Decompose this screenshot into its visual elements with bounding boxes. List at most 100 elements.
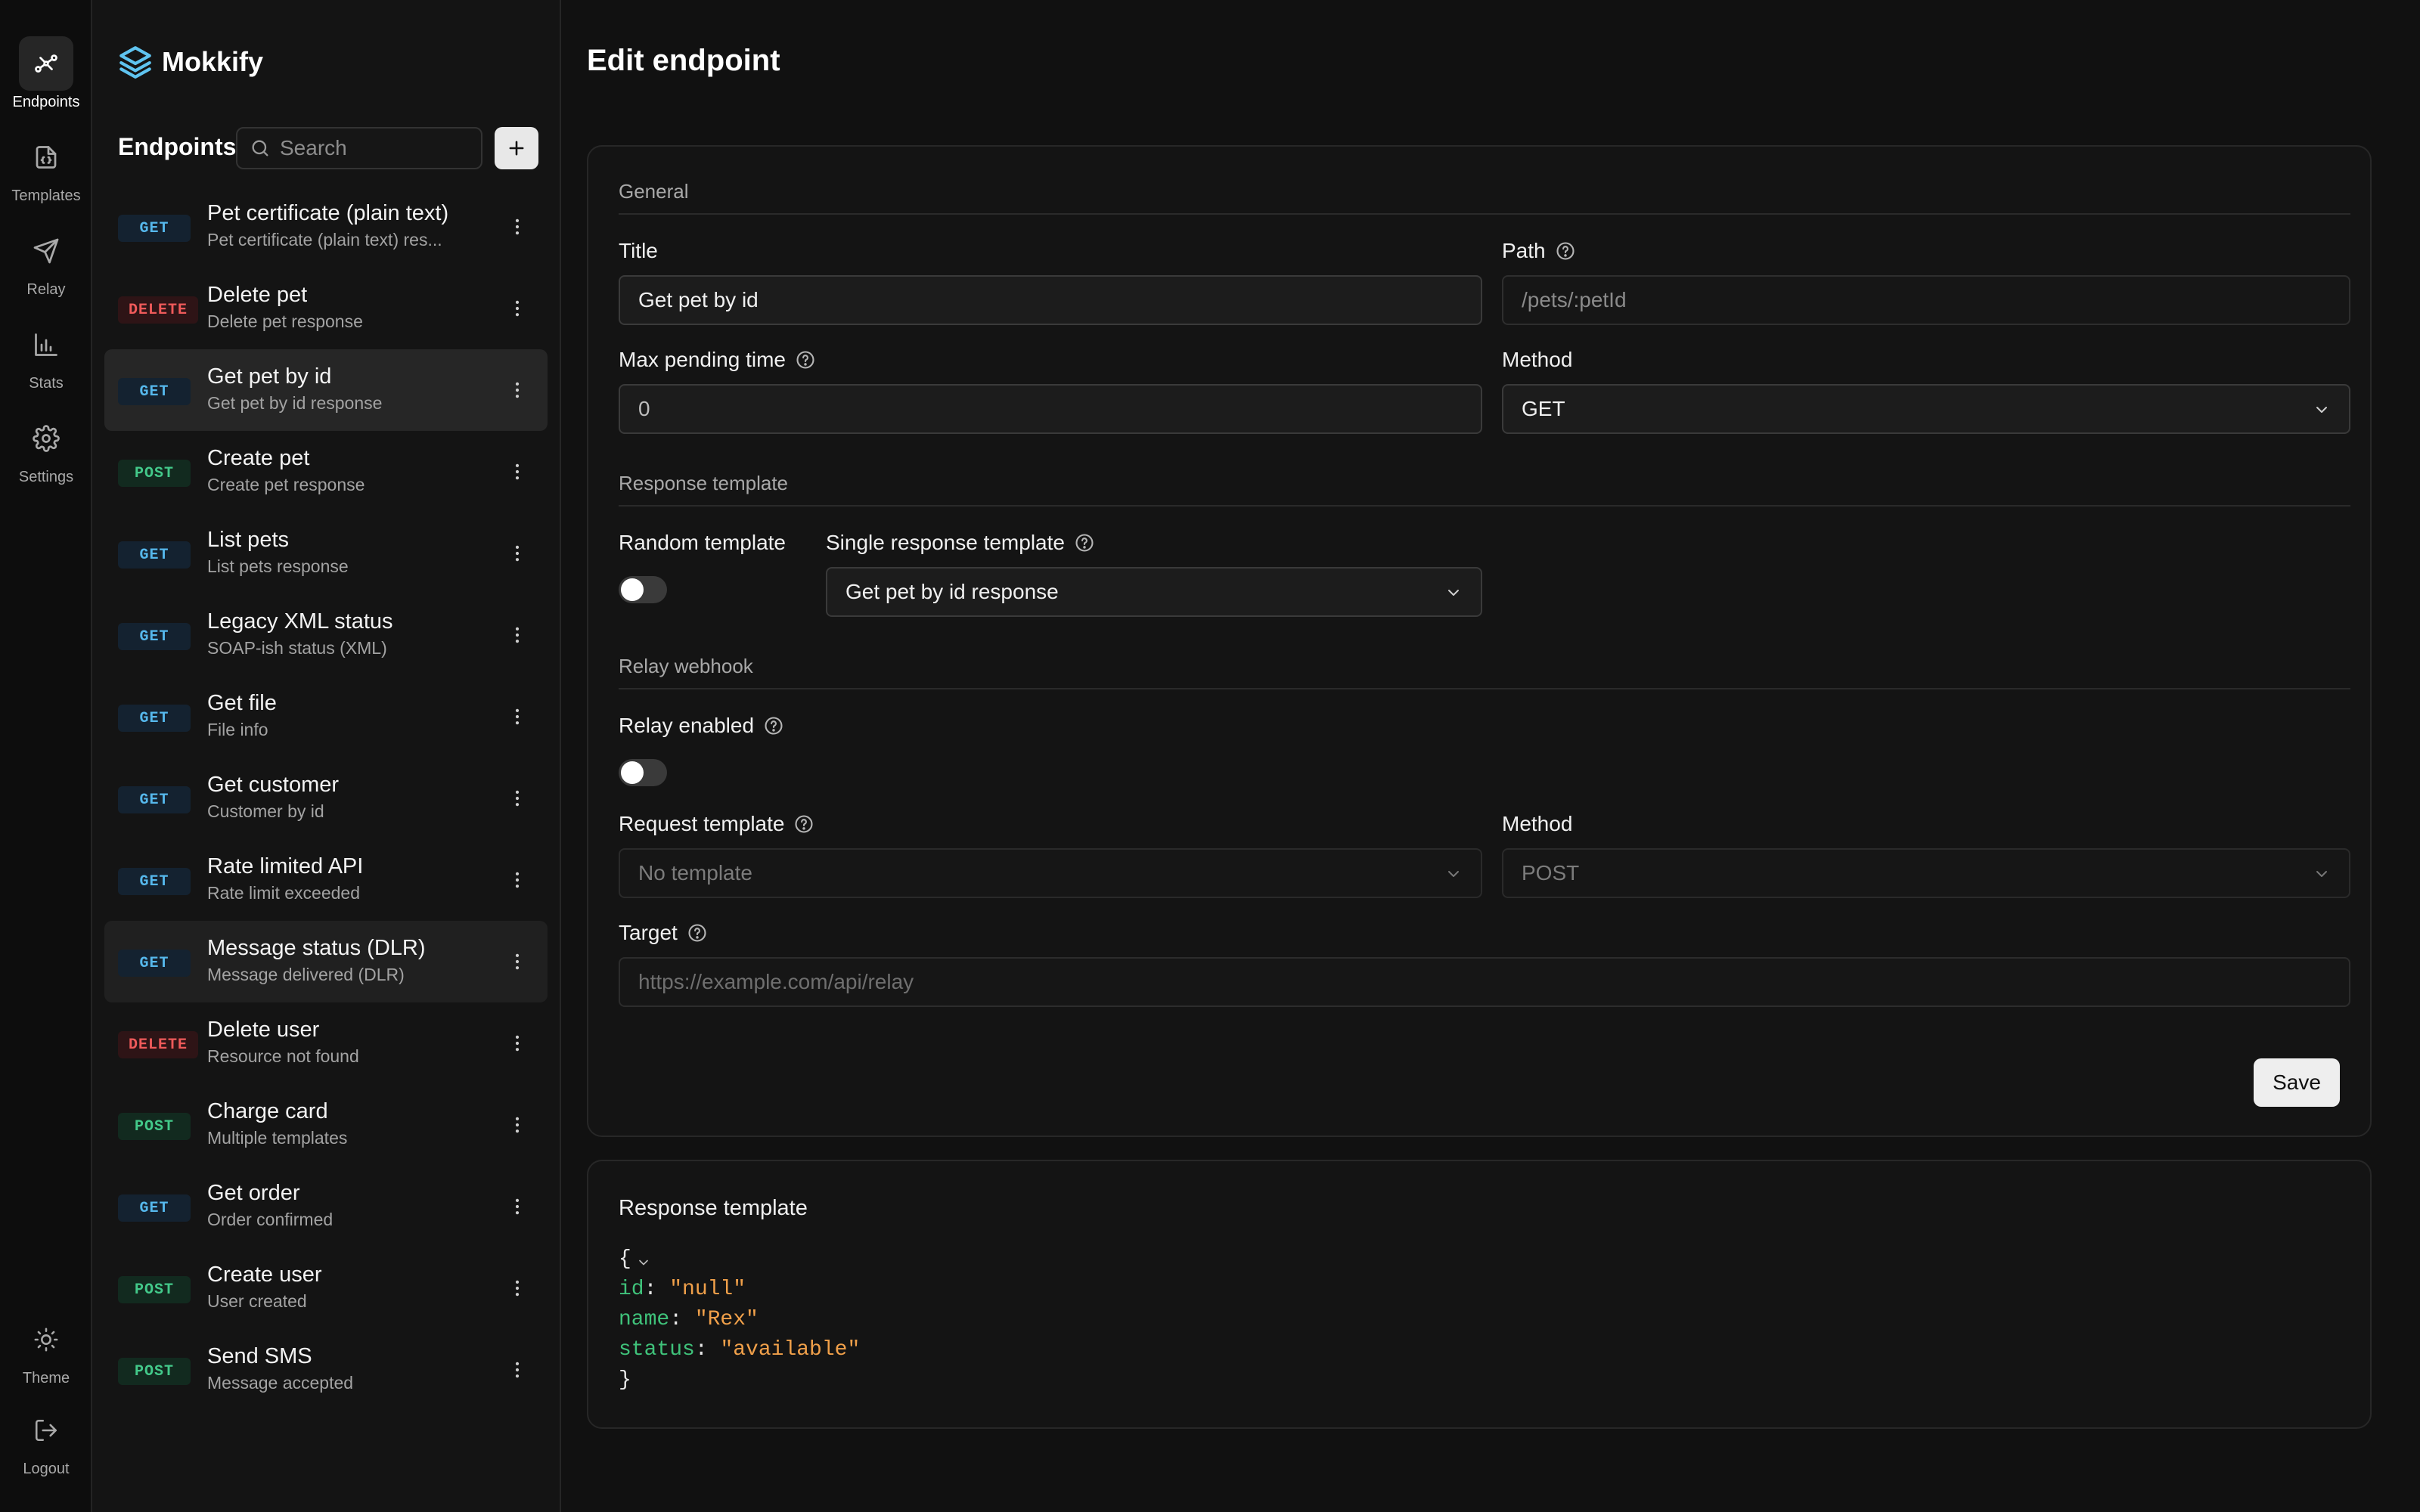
more-vertical-icon[interactable] [502,947,532,977]
more-vertical-icon[interactable] [502,375,532,405]
endpoint-item[interactable]: POST Charge card Multiple templates [104,1084,548,1166]
more-vertical-icon[interactable] [502,1110,532,1140]
json-close-line: } [619,1365,860,1396]
section-response-label: Response template [619,472,789,494]
target-input[interactable]: https://example.com/api/relay [619,957,2350,1007]
chevron-down-icon [1448,590,1459,596]
more-vertical-icon[interactable] [502,1028,532,1058]
chevron-down-icon [2316,407,2327,413]
endpoint-item[interactable]: DELETE Delete user Resource not found [104,1002,548,1084]
more-vertical-icon[interactable] [502,620,532,650]
icon-rail: Endpoints Templates Relay Stats Settings… [0,0,92,1512]
single-template-select[interactable]: Get pet by id response [826,567,1482,617]
help-icon[interactable] [687,922,708,943]
edit-endpoint-form: General Title Get pet by id Path /pets/:… [587,145,2372,1137]
rail-label: Templates [11,187,81,204]
endpoint-item[interactable]: GET Legacy XML status SOAP-ish status (XML… [104,594,548,676]
endpoint-title: Delete user [207,1018,320,1042]
single-template-value: Get pet by id response [845,580,1059,603]
more-vertical-icon[interactable] [502,1355,532,1385]
relay-icon [19,224,73,278]
brand[interactable]: Mokkify [116,41,263,83]
endpoint-item[interactable]: POST Send SMS Message accepted [104,1329,548,1411]
more-vertical-icon[interactable] [502,293,532,324]
relay-method-select[interactable]: POST [1502,848,2350,898]
more-vertical-icon[interactable] [502,1273,532,1303]
endpoint-item[interactable]: GET List pets List pets response [104,513,548,594]
endpoint-item[interactable]: GET Pet certificate (plain text) Pet certi… [104,186,548,268]
sidebar-title: Endpoints [118,133,237,160]
method-badge: POST [118,1113,191,1140]
more-vertical-icon[interactable] [502,865,532,895]
endpoint-item[interactable]: GET Get customer Customer by id [104,758,548,839]
help-icon[interactable] [795,349,816,370]
endpoint-item[interactable]: GET Get file File info [104,676,548,758]
rail-label: Settings [18,469,74,485]
more-vertical-icon[interactable] [502,538,532,569]
endpoint-item[interactable]: GET Get pet by id Get pet by id response [104,349,548,431]
mokkify-logo-icon [116,43,154,81]
endpoint-item[interactable]: POST Create user User created [104,1247,548,1329]
target-placeholder: https://example.com/api/relay [638,970,914,993]
json-field-line: id: "null" [619,1275,860,1305]
endpoint-subtitle: SOAP-ish status (XML) [207,638,387,658]
title-label: Title [619,239,658,263]
relay-method-label: Method [1502,812,1572,836]
endpoint-title: Send SMS [207,1344,312,1368]
more-vertical-icon[interactable] [502,457,532,487]
rail-item-stats[interactable]: Stats [0,318,92,399]
help-icon[interactable] [1555,240,1576,262]
title-label-text: Title [619,239,658,262]
endpoint-item[interactable]: GET Rate limited API Rate limit exceeded [104,839,548,921]
rail-item-templates[interactable]: Templates [0,130,92,212]
response-template-preview: Response template { id: "null" name: "Re… [587,1160,2372,1429]
more-vertical-icon[interactable] [502,1191,532,1222]
endpoint-item[interactable]: GET Message status (DLR) Message delivered… [104,921,548,1002]
method-select[interactable]: GET [1502,384,2350,434]
more-vertical-icon[interactable] [502,702,532,732]
single-template-label-text: Single response template [826,531,1065,554]
search-input[interactable] [280,136,469,160]
theme-toggle-button[interactable]: Theme [0,1312,92,1394]
endpoint-item[interactable]: GET Get order Order confirmed [104,1166,548,1247]
path-value: /pets/:petId [1522,288,1627,311]
endpoint-subtitle: Pet certificate (plain text) res... [207,230,442,249]
endpoints-icon [19,36,73,91]
json-field-line: status: "available" [619,1335,860,1365]
method-badge: GET [118,950,191,977]
endpoint-item[interactable]: DELETE Delete pet Delete pet response [104,268,548,349]
request-template-label-text: Request template [619,812,785,835]
more-vertical-icon[interactable] [502,212,532,242]
plus-icon [509,141,524,156]
json-close-brace: } [619,1368,631,1392]
endpoint-item[interactable]: POST Create pet Create pet response [104,431,548,513]
chevron-down-icon[interactable] [636,1255,651,1270]
brand-name: Mokkify [162,46,264,77]
max-pending-value: 0 [638,397,650,420]
path-input[interactable]: /pets/:petId [1502,275,2350,325]
more-vertical-icon[interactable] [502,783,532,813]
max-pending-input[interactable]: 0 [619,384,1482,434]
rail-item-endpoints[interactable]: Endpoints [0,36,92,118]
random-template-toggle[interactable] [619,576,667,603]
rail-label: Stats [29,375,64,392]
json-key: id [619,1278,644,1301]
save-button[interactable]: Save [2254,1058,2340,1107]
request-template-select[interactable]: No template [619,848,1482,898]
help-icon[interactable] [793,813,814,835]
rail-item-settings[interactable]: Settings [0,411,92,493]
toggle-knob [621,761,644,784]
add-endpoint-button[interactable] [495,127,538,169]
search-box[interactable] [236,127,482,169]
endpoint-subtitle: Rate limit exceeded [207,883,360,903]
help-icon[interactable] [763,715,784,736]
endpoint-subtitle: User created [207,1291,307,1311]
relay-enabled-toggle[interactable] [619,759,667,786]
logout-button[interactable]: Logout [0,1403,92,1485]
rail-item-relay[interactable]: Relay [0,224,92,305]
endpoint-subtitle: Multiple templates [207,1128,348,1148]
help-icon[interactable] [1074,532,1095,553]
title-input[interactable]: Get pet by id [619,275,1482,325]
method-badge: GET [118,705,191,732]
path-label-text: Path [1502,239,1546,262]
